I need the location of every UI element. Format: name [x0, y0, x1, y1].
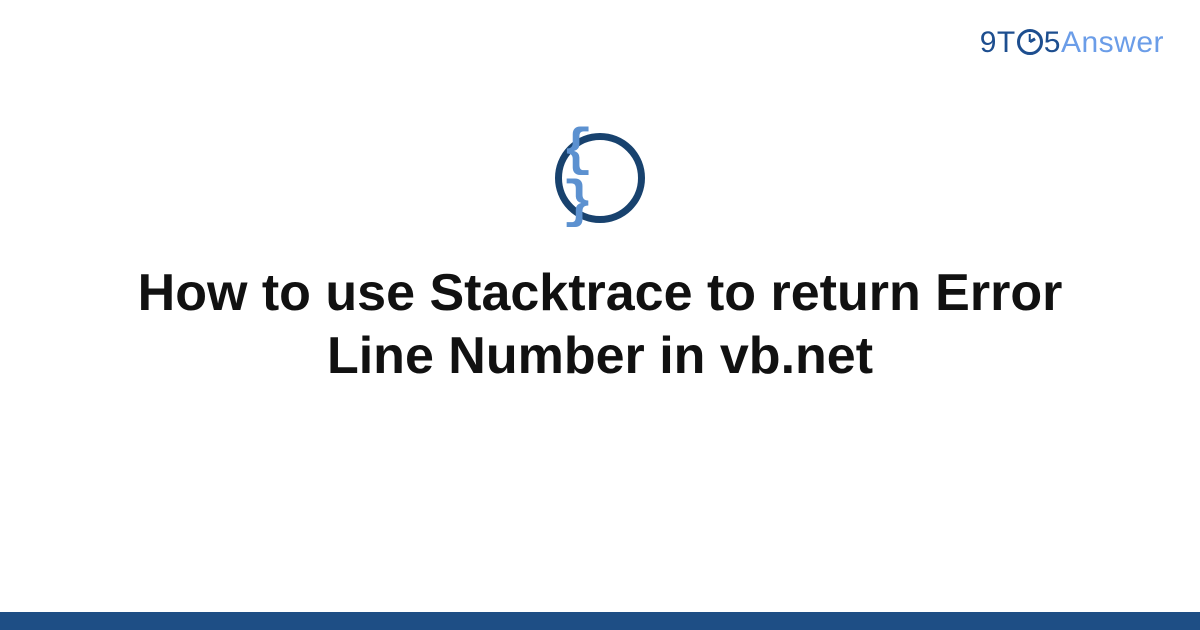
- footer-bar: [0, 612, 1200, 630]
- logo-text-9t: 9T: [980, 26, 1016, 59]
- braces-glyph: { }: [562, 125, 638, 229]
- logo-text-answer: Answer: [1061, 26, 1164, 59]
- site-logo: 9T 5Answer: [980, 26, 1164, 60]
- code-braces-icon: { }: [555, 133, 645, 223]
- clock-icon: [1017, 29, 1043, 55]
- page-title: How to use Stacktrace to return Error Li…: [0, 262, 1200, 389]
- logo-text-5: 5: [1044, 26, 1061, 59]
